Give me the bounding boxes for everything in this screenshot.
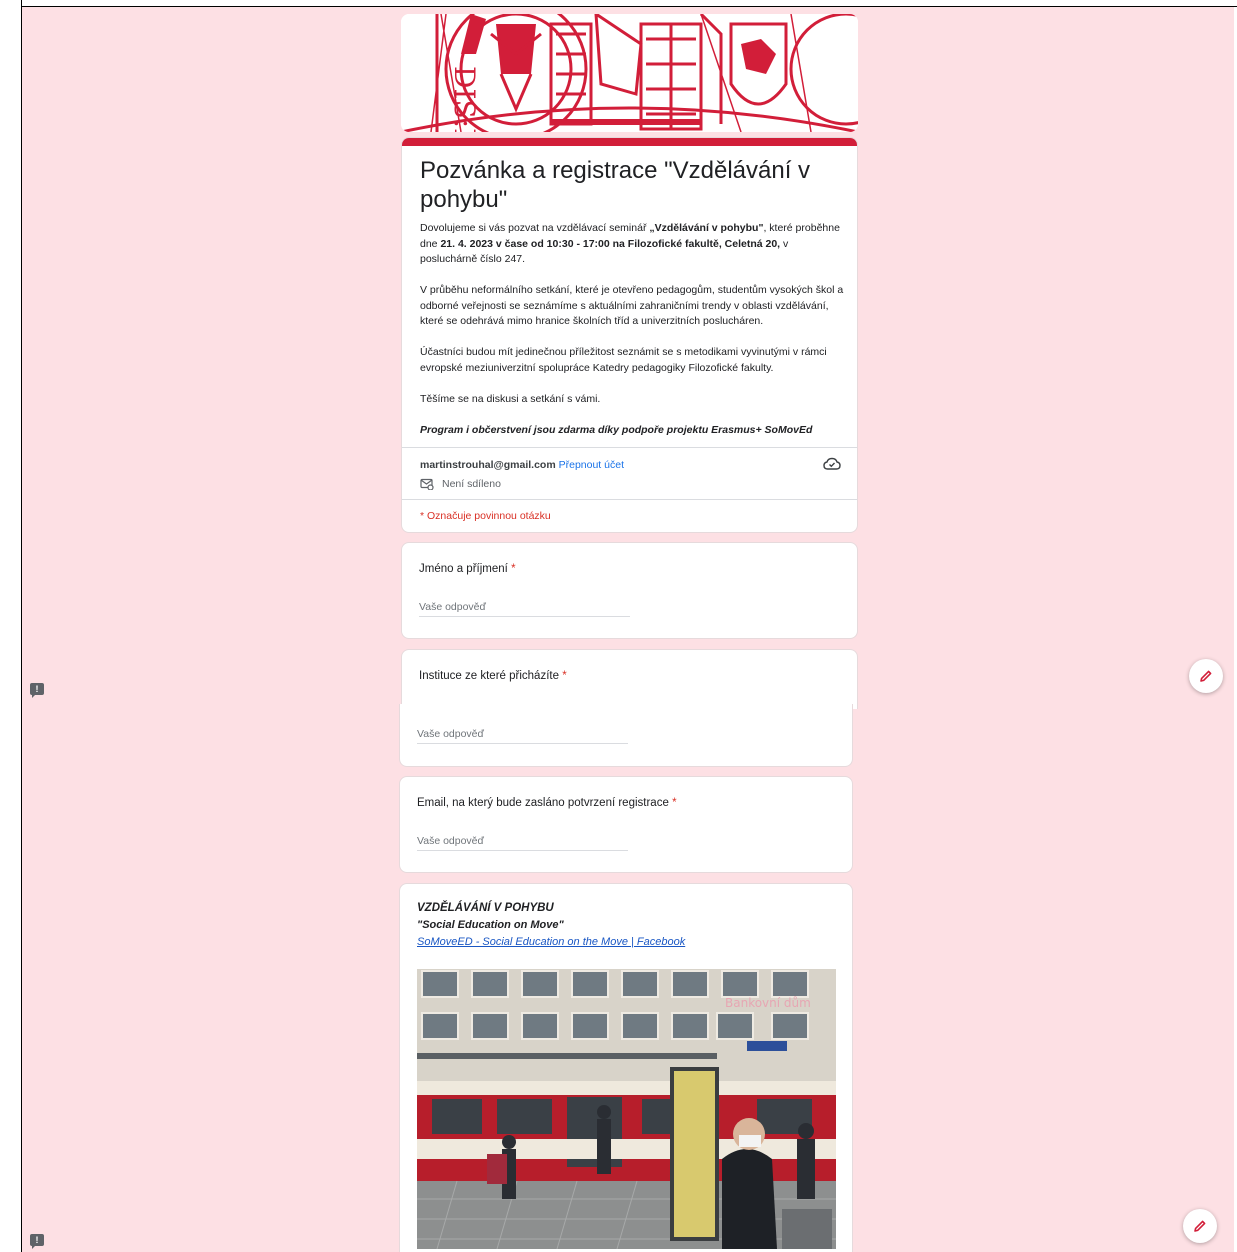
form-description: Dovolujeme si vás pozvat na vzdělávací s… [420,221,844,438]
report-icon[interactable]: ! [30,683,44,698]
description-paragraph: Program i občerstvení jsou zdarma díky p… [420,423,813,436]
switch-account-link[interactable]: Přepnout účet [559,459,624,471]
divider [402,447,857,448]
form-header-card: Pozvánka a registrace "Vzdělávání v pohy… [401,137,858,533]
description-paragraph: Dovolujeme si vás pozvat na vzdělávací s… [420,222,840,265]
facebook-link[interactable]: SoMoveED - Social Education on the Move … [417,936,685,948]
tram-stop-photo: Bankovní dům [417,969,836,1249]
institution-input[interactable] [417,724,628,744]
form-title: Pozvánka a registrace "Vzdělávání v pohy… [420,157,811,213]
email-input[interactable] [417,831,628,851]
question-label: Email, na který bude zasláno potvrzení r… [417,797,677,809]
required-asterisk: * [562,670,567,682]
pencil-icon [1200,670,1212,682]
name-input[interactable] [419,597,630,617]
sharing-status: Není sdíleno [420,478,501,490]
description-paragraph: Těšíme se na diskusi a setkání s vámi. [420,392,601,405]
not-shared-label: Není sdíleno [442,478,501,490]
info-title: VZDĚLÁVÁNÍ V POHYBU [417,902,554,914]
info-card: VZDĚLÁVÁNÍ V POHYBU "Social Education on… [399,883,853,1252]
account-email: martinstrouhal@gmail.com [420,459,556,471]
question-card: Email, na který bude zasláno potvrzení r… [399,776,853,873]
required-note: * Označuje povinnou otázku [420,510,551,522]
edit-button[interactable] [1189,659,1223,693]
not-shared-icon [420,478,434,490]
divider [402,499,857,500]
question-label: Jméno a příjmení * [419,563,516,575]
required-asterisk: * [672,797,677,809]
question-card: Jméno a příjmení * [401,542,858,639]
question-card: Instituce ze které přicházíte * [401,649,858,709]
accent-bar [402,138,857,146]
edit-button[interactable] [1183,1209,1217,1243]
window-left-edge [0,0,22,1252]
required-asterisk: * [511,563,516,575]
account-row: martinstrouhal@gmail.com Přepnout účet [420,459,624,471]
window-top-edge [0,0,1237,7]
cloud-done-icon [823,457,841,476]
info-subtitle: "Social Education on Move" [417,919,564,931]
form-banner-image: DIS:I UNIV [401,14,858,132]
description-paragraph: Účastníci budou mít jedinečnou příležito… [420,346,827,374]
question-label: Instituce ze které přicházíte * [419,670,567,682]
report-icon[interactable]: ! [30,1234,44,1249]
description-paragraph: V průběhu neformálního setkání, které je… [420,284,844,327]
question-card-continued [399,704,853,767]
pencil-icon [1194,1220,1206,1232]
photo-sign-text: Bankovní dům [725,996,811,1010]
